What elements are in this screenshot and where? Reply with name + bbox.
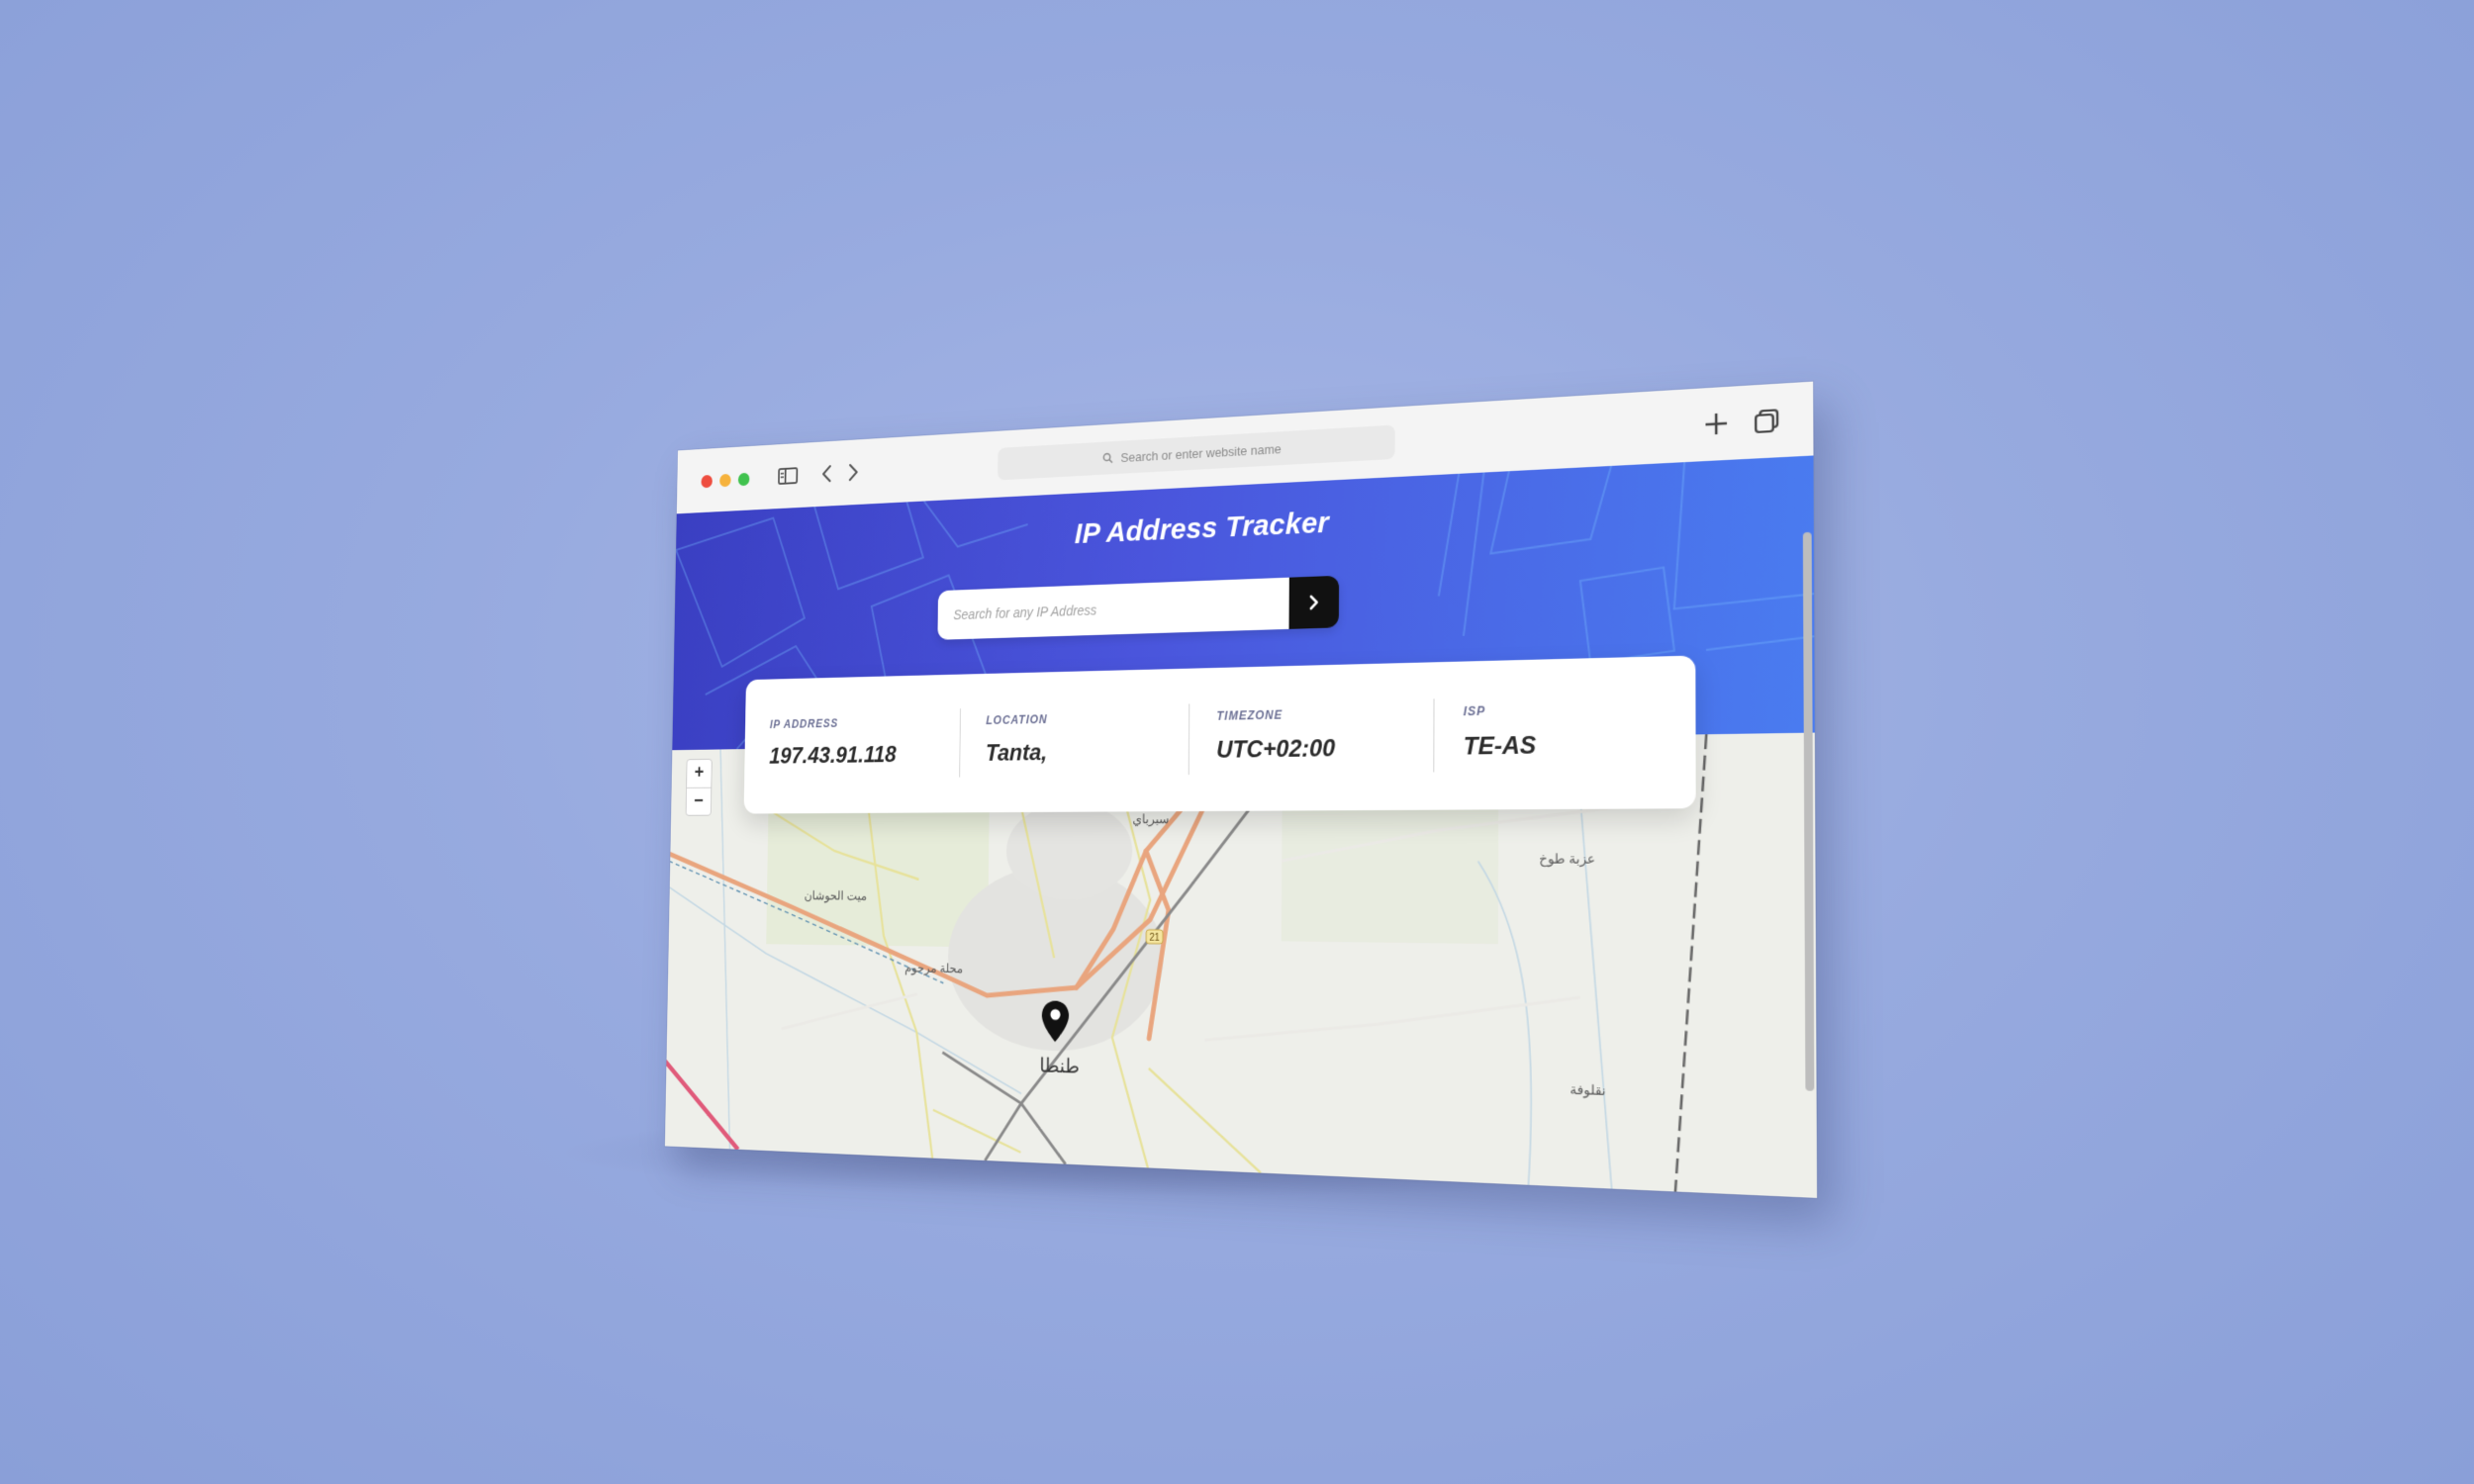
road-number-label: 21 [1149, 932, 1159, 943]
isp-section: ISP TE-AS [1433, 656, 1696, 810]
mockup-stage: Search or enter website name IP Address … [0, 0, 2474, 1484]
page-content: IP Address Tracker IP ADDRESS 197.43.91.… [664, 455, 1818, 1198]
chevron-right-icon[interactable] [843, 458, 864, 487]
plus-icon[interactable] [1700, 408, 1732, 440]
browser-window: Search or enter website name IP Address … [664, 381, 1818, 1198]
ip-info-card: IP ADDRESS 197.43.91.118 LOCATION Tanta,… [743, 655, 1696, 814]
timezone-section: TIMEZONE UTC+02:00 [1188, 662, 1433, 811]
isp-value: TE-AS [1463, 731, 1537, 761]
map-place-label: عزبة طوخ [1539, 851, 1596, 867]
address-bar-placeholder: Search or enter website name [1120, 440, 1282, 465]
ip-address-value: 197.43.91.118 [769, 741, 897, 770]
sidebar-icon[interactable] [776, 461, 801, 490]
search-icon [1102, 452, 1113, 464]
minimize-window-button[interactable] [719, 473, 731, 488]
map-place-label: محلة مرحوم [904, 960, 964, 976]
map-place-label: ميت الحوشان [804, 887, 867, 903]
close-window-button[interactable] [701, 474, 713, 489]
location-section: LOCATION Tanta, [959, 669, 1189, 813]
search-submit-button[interactable] [1288, 575, 1340, 629]
location-value: Tanta, [985, 739, 1048, 767]
maximize-window-button[interactable] [737, 472, 750, 487]
zoom-in-button[interactable]: + [687, 760, 712, 788]
location-pin-icon[interactable] [1040, 998, 1071, 1044]
timezone-value: UTC+02:00 [1216, 734, 1336, 764]
chevron-left-icon[interactable] [816, 459, 837, 488]
tabs-icon[interactable] [1751, 405, 1783, 438]
map-place-label: نقلوفة [1570, 1081, 1606, 1099]
address-bar[interactable]: Search or enter website name [998, 424, 1395, 481]
map-city-label: طنطا [1039, 1055, 1081, 1078]
ip-address-label: IP ADDRESS [769, 716, 839, 731]
zoom-out-button[interactable]: − [686, 787, 712, 815]
chevron-right-icon [1308, 595, 1320, 611]
map-zoom-control: + − [685, 758, 713, 816]
timezone-label: TIMEZONE [1216, 707, 1284, 723]
isp-label: ISP [1463, 703, 1486, 719]
location-label: LOCATION [986, 712, 1048, 728]
ip-address-section: IP ADDRESS 197.43.91.118 [744, 675, 961, 814]
map-place-label: سبرباي [1132, 811, 1170, 827]
